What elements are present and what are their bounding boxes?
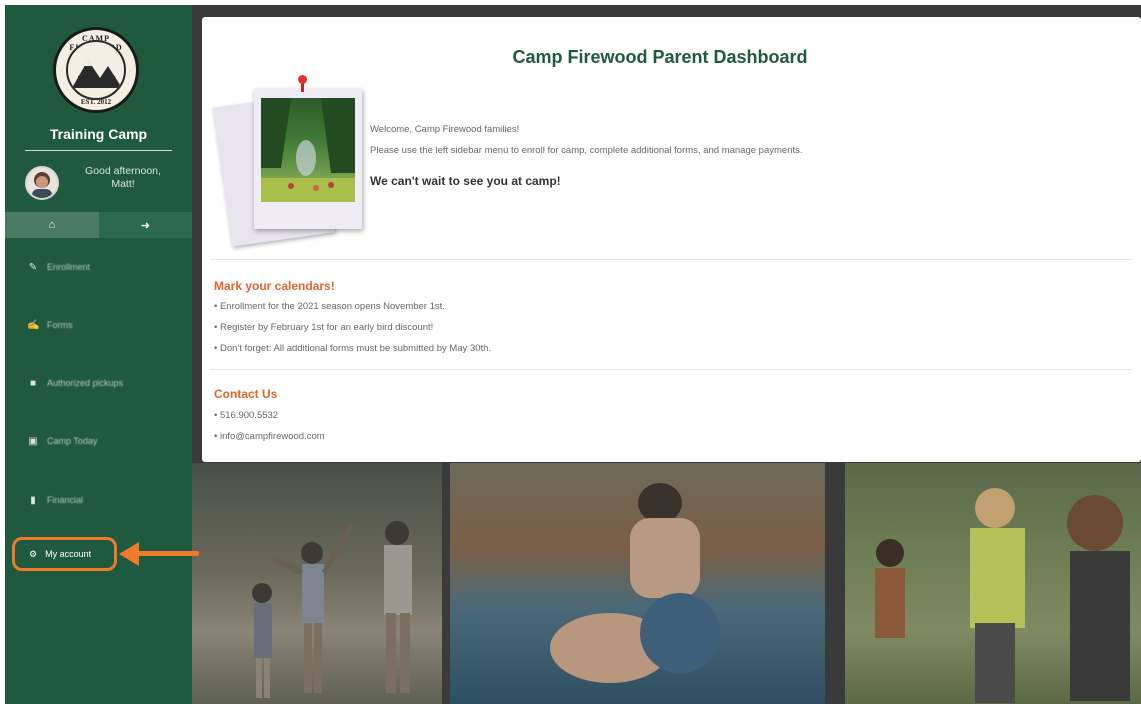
annotation-arrow-shaft: [133, 551, 199, 556]
pencil-icon: ✎: [28, 261, 38, 273]
dashboard-card: Camp Firewood Parent Dashboard Welcome, …: [202, 17, 1141, 462]
calendar-item: • Don't forget: All additional forms mus…: [214, 343, 492, 354]
sidebar-item-label: My account: [45, 549, 92, 559]
annotation-arrow-head: [119, 542, 139, 566]
user-greeting: Good afternoon, Matt!: [85, 165, 161, 190]
logo-mountain-emblem: [66, 40, 126, 100]
sidebar-icon-bar: ⌂ ➜: [5, 212, 192, 238]
camp-name: Training Camp: [49, 126, 148, 142]
background-photo-pool: [450, 463, 825, 704]
calendar-item: • Register by February 1st for an early …: [214, 322, 434, 333]
welcome-tagline: We can't wait to see you at camp!: [370, 174, 561, 188]
section-divider: [210, 369, 1132, 370]
sidebar-item-financial[interactable]: ▮ Financial: [5, 485, 192, 515]
sidebar-item-forms[interactable]: ✍ Forms: [5, 310, 192, 340]
background-photo-strip: [192, 463, 1141, 704]
gear-icon: ⚙: [29, 548, 38, 559]
children-shapes: [875, 488, 1130, 703]
sign-out-icon: ➜: [140, 219, 151, 232]
polaroid-photo: [254, 89, 362, 229]
sidebar-item-authorized-pickups[interactable]: ■ Authorized pickups: [5, 368, 192, 398]
background-photo-field: [845, 463, 1141, 704]
sidebar-item-my-account[interactable]: ⚙ My account: [12, 537, 117, 571]
sidebar-item-label: Enrollment: [47, 262, 91, 272]
kids-silhouettes: [252, 521, 412, 698]
mountain-icon: [72, 60, 122, 88]
calendar-item: • Enrollment for the 2021 season opens N…: [214, 301, 445, 312]
swimmer-shape: [550, 483, 720, 683]
sidebar-item-label: Forms: [47, 320, 73, 330]
instructions-text: Please use the left sidebar menu to enro…: [370, 145, 803, 156]
home-icon: ⌂: [48, 219, 56, 231]
section-divider: [210, 259, 1132, 260]
sidebar-item-label: Financial: [47, 495, 84, 505]
edit-icon: ✍: [27, 319, 40, 331]
logout-button[interactable]: ➜: [99, 212, 192, 238]
user-avatar: [25, 166, 59, 200]
home-button[interactable]: ⌂: [5, 212, 99, 238]
camp-photo: [261, 98, 355, 202]
file-icon: ▮: [30, 494, 36, 506]
contact-email: • info@campfirewood.com: [214, 431, 325, 442]
pushpin-icon: [298, 75, 307, 84]
avatar-portrait: [32, 172, 52, 198]
users-icon: ■: [29, 377, 37, 389]
contact-phone: • 516.900.5532: [214, 410, 279, 421]
forest-campfire-image: [261, 98, 355, 202]
app-window: CAMP FIREWOOD EST. 2012 Training Camp Go…: [5, 5, 1141, 704]
camp-logo: CAMP FIREWOOD EST. 2012: [53, 27, 139, 113]
sidebar-item-label: Camp Today: [47, 436, 98, 446]
contact-section-title: Contact Us: [214, 387, 278, 401]
image-icon: ▣: [28, 435, 38, 447]
sidebar-item-label: Authorized pickups: [47, 378, 124, 388]
logo-est-text: EST. 2012: [80, 98, 112, 106]
sidebar-item-enrollment[interactable]: ✎ Enrollment: [5, 252, 192, 282]
sidebar-divider: [25, 150, 172, 151]
sidebar-item-camp-today[interactable]: ▣ Camp Today: [5, 426, 192, 456]
sidebar: CAMP FIREWOOD EST. 2012 Training Camp Go…: [5, 5, 192, 704]
calendar-section-title: Mark your calendars!: [214, 279, 335, 293]
welcome-text: Welcome, Camp Firewood families!: [370, 124, 520, 135]
background-photo-kids-jumping: [192, 463, 442, 704]
page-title: Camp Firewood Parent Dashboard: [512, 47, 808, 67]
